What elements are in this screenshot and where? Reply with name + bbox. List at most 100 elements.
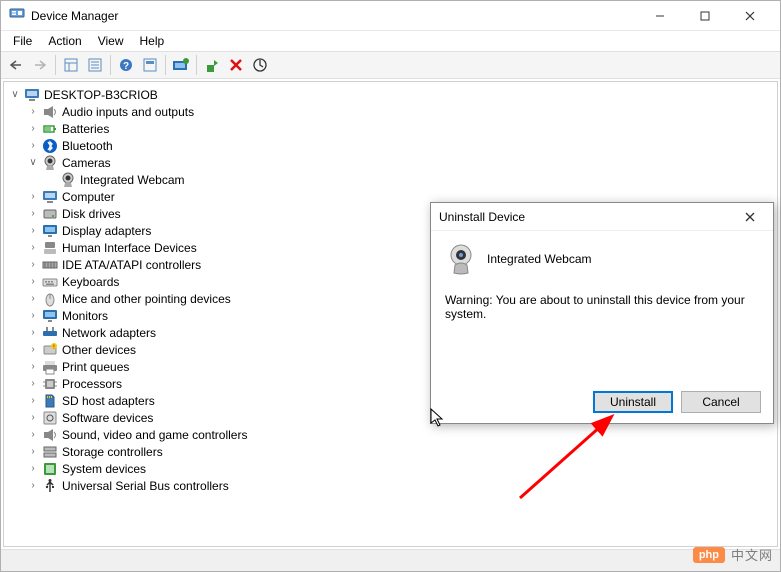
expand-icon[interactable]: ›	[26, 207, 40, 221]
device-category-icon	[42, 206, 58, 222]
svg-text:?: ?	[123, 61, 129, 72]
tree-node[interactable]: ›Universal Serial Bus controllers	[26, 477, 775, 494]
tree-node-label: System devices	[62, 462, 146, 476]
dialog-close-button[interactable]	[735, 209, 765, 225]
menubar: File Action View Help	[1, 31, 780, 51]
update-driver-icon[interactable]	[170, 54, 192, 76]
tree-node-label: Network adapters	[62, 326, 156, 340]
tree-node[interactable]: › Batteries	[26, 120, 775, 137]
menu-help[interactable]: Help	[132, 32, 173, 50]
computer-icon	[24, 87, 40, 103]
device-category-icon	[42, 189, 58, 205]
tree-node-label: Cameras	[62, 156, 111, 170]
uninstall-button[interactable]: Uninstall	[593, 391, 673, 413]
device-category-icon	[42, 223, 58, 239]
expand-icon[interactable]: ›	[26, 445, 40, 459]
help-icon[interactable]: ?	[115, 54, 137, 76]
view-icon[interactable]	[139, 54, 161, 76]
tree-leaf[interactable]: Integrated Webcam	[44, 171, 775, 188]
expand-icon[interactable]: ›	[26, 309, 40, 323]
tree-node-label: Bluetooth	[62, 139, 113, 153]
expand-icon[interactable]: ›	[26, 479, 40, 493]
tree-node-label: Mice and other pointing devices	[62, 292, 231, 306]
expand-icon[interactable]: ›	[26, 326, 40, 340]
device-category-icon	[42, 155, 58, 171]
device-category-icon	[42, 104, 58, 120]
dialog-title: Uninstall Device	[439, 210, 735, 224]
device-category-icon	[42, 291, 58, 307]
tree-node-label: Disk drives	[62, 207, 121, 221]
tree-node-label: Print queues	[62, 360, 129, 374]
maximize-button[interactable]	[682, 1, 727, 30]
back-button[interactable]	[5, 54, 27, 76]
dialog-warning-text: Warning: You are about to uninstall this…	[445, 293, 759, 321]
tree-node-label: Display adapters	[62, 224, 151, 238]
dialog-titlebar[interactable]: Uninstall Device	[431, 203, 773, 231]
tree-node-label: Batteries	[62, 122, 109, 136]
tree-node[interactable]: › Bluetooth	[26, 137, 775, 154]
expand-icon[interactable]: ›	[26, 377, 40, 391]
device-category-icon	[42, 427, 58, 443]
tree-leaf-label: Integrated Webcam	[80, 173, 185, 187]
device-category-icon	[42, 138, 58, 154]
minimize-button[interactable]	[637, 1, 682, 30]
menu-view[interactable]: View	[90, 32, 132, 50]
expand-icon[interactable]: ›	[26, 139, 40, 153]
tree-node-label: Keyboards	[62, 275, 119, 289]
watermark-badge: php	[693, 547, 725, 563]
expand-icon[interactable]: ›	[26, 190, 40, 204]
dialog-device-name: Integrated Webcam	[487, 252, 592, 266]
tree-node-label: Audio inputs and outputs	[62, 105, 194, 119]
expand-icon[interactable]: ›	[26, 394, 40, 408]
device-category-icon	[42, 274, 58, 290]
expand-icon[interactable]: ›	[26, 428, 40, 442]
expand-icon[interactable]: ›	[26, 258, 40, 272]
menu-file[interactable]: File	[5, 32, 40, 50]
svg-text:!: !	[53, 344, 54, 350]
disable-icon[interactable]	[225, 54, 247, 76]
cancel-button[interactable]: Cancel	[681, 391, 761, 413]
app-icon	[9, 6, 25, 25]
device-category-icon	[42, 444, 58, 460]
tree-root[interactable]: ∨ DESKTOP-B3CRIOB	[8, 86, 775, 103]
expand-icon[interactable]: ›	[26, 292, 40, 306]
expand-icon[interactable]: ›	[26, 360, 40, 374]
tree-root-label: DESKTOP-B3CRIOB	[44, 88, 158, 102]
webcam-icon	[60, 172, 76, 188]
expand-icon[interactable]: ›	[26, 411, 40, 425]
tree-node[interactable]: › System devices	[26, 460, 775, 477]
tree-node-label: Monitors	[62, 309, 108, 323]
tree-node-label: Software devices	[62, 411, 153, 425]
webcam-icon	[445, 243, 477, 275]
expand-icon[interactable]: ›	[26, 105, 40, 119]
titlebar[interactable]: Device Manager	[1, 1, 780, 31]
menu-action[interactable]: Action	[40, 32, 89, 50]
collapse-icon[interactable]: ∨	[8, 88, 22, 102]
show-hidden-icon[interactable]	[60, 54, 82, 76]
uninstall-icon[interactable]	[201, 54, 223, 76]
properties-icon[interactable]	[84, 54, 106, 76]
expand-icon[interactable]: ›	[26, 224, 40, 238]
tree-node[interactable]: ›Storage controllers	[26, 443, 775, 460]
device-category-icon	[42, 410, 58, 426]
tree-node[interactable]: › Audio inputs and outputs	[26, 103, 775, 120]
expand-icon[interactable]: ›	[26, 343, 40, 357]
tree-node-label: IDE ATA/ATAPI controllers	[62, 258, 201, 272]
uninstall-dialog: Uninstall Device Integrated Webcam Warni…	[430, 202, 774, 424]
device-category-icon: !	[42, 342, 58, 358]
expand-icon[interactable]: ›	[26, 462, 40, 476]
tree-node[interactable]: ∨ Cameras	[26, 154, 775, 171]
forward-button[interactable]	[29, 54, 51, 76]
close-button[interactable]	[727, 1, 772, 30]
expand-icon[interactable]: ›	[26, 275, 40, 289]
tree-node[interactable]: › Sound, video and game controllers	[26, 426, 775, 443]
scan-icon[interactable]	[249, 54, 271, 76]
expand-icon[interactable]: ›	[26, 122, 40, 136]
window-title: Device Manager	[31, 9, 637, 23]
tree-node-label: SD host adapters	[62, 394, 155, 408]
expand-icon[interactable]: ›	[26, 241, 40, 255]
tree-node-label: Sound, video and game controllers	[62, 428, 247, 442]
expand-icon[interactable]: ∨	[26, 156, 40, 170]
device-category-icon	[42, 359, 58, 375]
tree-node-label: Human Interface Devices	[62, 241, 197, 255]
